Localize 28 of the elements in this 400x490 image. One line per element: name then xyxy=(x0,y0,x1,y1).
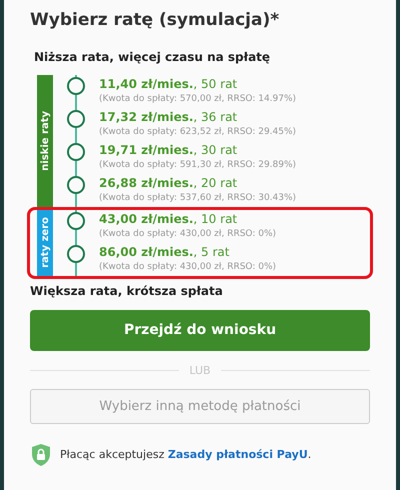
group-label: raty zero xyxy=(37,210,53,276)
radio-button[interactable] xyxy=(67,142,85,160)
radio-button[interactable] xyxy=(67,244,85,262)
installment-rate: 19,71 zł/mies., 30 rat xyxy=(99,142,238,158)
installment-details: (Kwota do spłaty: 623,52 zł, RRSO: 29.45%) xyxy=(99,126,296,138)
security-shield-icon xyxy=(32,444,50,466)
dialog-title: Wybierz ratę (symulacja)* xyxy=(30,9,280,32)
installment-details: (Kwota do spłaty: 430,00 zł, RRSO: 0%) xyxy=(99,260,276,272)
radio-button[interactable] xyxy=(67,212,85,230)
installment-details: (Kwota do spłaty: 591,30 zł, RRSO: 29.89%) xyxy=(99,158,296,170)
installment-details: (Kwota do spłaty: 570,00 zł, RRSO: 14.97%) xyxy=(99,92,296,104)
terms-notice: Płacąc akceptujesz Zasady płatności PayU. xyxy=(60,446,312,463)
radio-button[interactable] xyxy=(67,110,85,128)
top-hint: Niższa rata, więcej czasu na spłatę xyxy=(34,48,270,66)
proceed-button[interactable]: Przejdź do wniosku xyxy=(30,310,370,350)
group-label: niskie raty xyxy=(37,74,53,206)
radio-button[interactable] xyxy=(67,76,85,94)
installment-rate: 86,00 zł/mies., 5 rat xyxy=(99,244,230,260)
installment-rate: 17,32 zł/mies., 36 rat xyxy=(99,108,238,126)
radio-button[interactable] xyxy=(67,176,85,194)
installment-rate: 11,40 zł/mies., 50 rat xyxy=(99,76,238,92)
installment-details: (Kwota do spłaty: 430,00 zł, RRSO: 0%) xyxy=(99,228,276,240)
payu-terms-link[interactable]: Zasady płatności PayU xyxy=(168,448,308,461)
installment-rate: 26,88 zł/mies., 20 rat xyxy=(99,174,238,192)
bottom-hint: Większa rata, krótsza spłata xyxy=(30,282,223,300)
other-method-button[interactable]: Wybierz inną metodę płatności xyxy=(30,389,370,424)
installment-details: (Kwota do spłaty: 537,60 zł, RRSO: 30.43%) xyxy=(99,192,296,204)
installment-rate: 43,00 zł/mies., 10 rat xyxy=(99,210,238,228)
